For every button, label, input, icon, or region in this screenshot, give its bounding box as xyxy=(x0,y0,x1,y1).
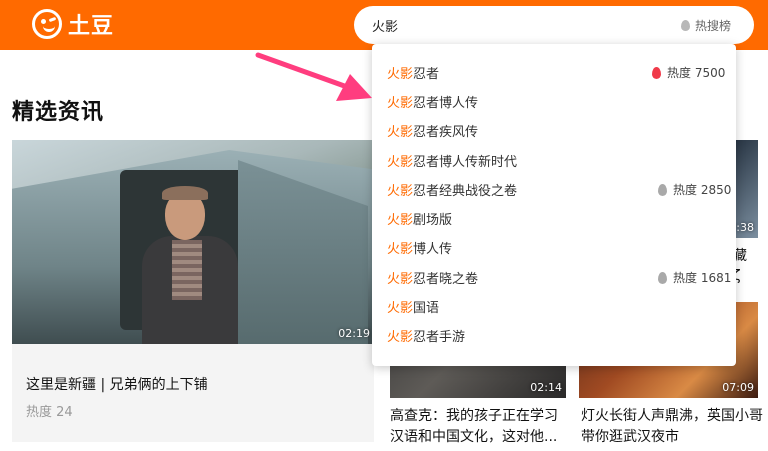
suggestion-text: 火影忍者手游 xyxy=(387,330,466,345)
suggestion-item[interactable]: 火影忍者手游 xyxy=(372,321,736,350)
suggestion-text: 火影忍者博人传新时代 xyxy=(387,155,518,170)
section-title: 精选资讯 xyxy=(12,100,105,125)
search-suggestions-dropdown: 火影忍者 热度 7500 火影忍者博人传 火影忍者疾风传 火影忍者博人传新时代 火影忍者经… xyxy=(372,44,736,366)
suggestion-item[interactable]: 火影博人传 xyxy=(372,233,736,262)
video-title[interactable]: 高查克：我的孩子正在学习汉语和中国文化，这对他... xyxy=(390,406,570,448)
heat-badge: 热度 1681 xyxy=(658,269,731,286)
logo-face-icon xyxy=(32,9,62,39)
suggestion-text: 火影忍者经典战役之卷 xyxy=(387,184,518,199)
suggestion-item[interactable]: 火影忍者疾风传 xyxy=(372,116,736,145)
suggestion-text: 火影忍者 xyxy=(387,67,440,82)
suggestion-item[interactable]: 火影忍者博人传新时代 xyxy=(372,146,736,175)
suggestion-item[interactable]: 火影国语 xyxy=(372,292,736,321)
flame-icon xyxy=(652,66,661,79)
search-box: 热搜榜 xyxy=(354,6,754,44)
tudou-logo[interactable]: 土豆 xyxy=(32,8,114,40)
hot-rank-label: 热搜榜 xyxy=(695,19,732,33)
logo-text: 土豆 xyxy=(68,14,115,39)
video-heat: 热度 24 xyxy=(26,405,73,420)
hot-rank-link[interactable]: 热搜榜 xyxy=(681,17,731,34)
heat-badge: 热度 7500 xyxy=(652,64,725,81)
video-title[interactable]: 灯火长街人声鼎沸，英国小哥带你逛武汉夜市 xyxy=(581,406,765,448)
flame-icon xyxy=(658,183,667,196)
suggestion-text: 火影剧场版 xyxy=(387,213,453,228)
video-duration: 07:09 xyxy=(722,381,754,394)
heat-badge: 热度 2850 xyxy=(658,181,731,198)
suggestion-text: 火影忍者博人传 xyxy=(387,96,479,111)
suggestion-text: 火影忍者晓之卷 xyxy=(387,272,479,287)
flame-icon xyxy=(658,271,667,284)
video-title[interactable]: 藏 ζ xyxy=(733,246,768,286)
video-duration: 02:19 xyxy=(338,327,370,340)
suggestion-text: 火影国语 xyxy=(387,301,440,316)
suggestion-text: 火影博人传 xyxy=(387,242,453,257)
video-thumbnail[interactable]: 02:19 xyxy=(12,140,374,344)
suggestion-item[interactable]: 火影忍者 热度 7500 xyxy=(372,58,736,87)
suggestion-item[interactable]: 火影剧场版 xyxy=(372,204,736,233)
top-bar: 土豆 热搜榜 xyxy=(0,0,768,50)
video-duration: 02:14 xyxy=(530,381,562,394)
video-title[interactable]: 这里是新疆 | 兄弟俩的上下铺 xyxy=(26,374,208,394)
featured-video-card[interactable]: 02:19 这里是新疆 | 兄弟俩的上下铺 热度 24 xyxy=(12,140,374,442)
flame-icon xyxy=(681,20,690,31)
suggestion-text: 火影忍者疾风传 xyxy=(387,125,479,140)
suggestion-item[interactable]: 火影忍者博人传 xyxy=(372,87,736,116)
suggestion-item[interactable]: 火影忍者经典战役之卷 热度 2850 xyxy=(372,175,736,204)
search-input[interactable] xyxy=(372,15,632,35)
suggestion-item[interactable]: 火影忍者晓之卷 热度 1681 xyxy=(372,263,736,292)
